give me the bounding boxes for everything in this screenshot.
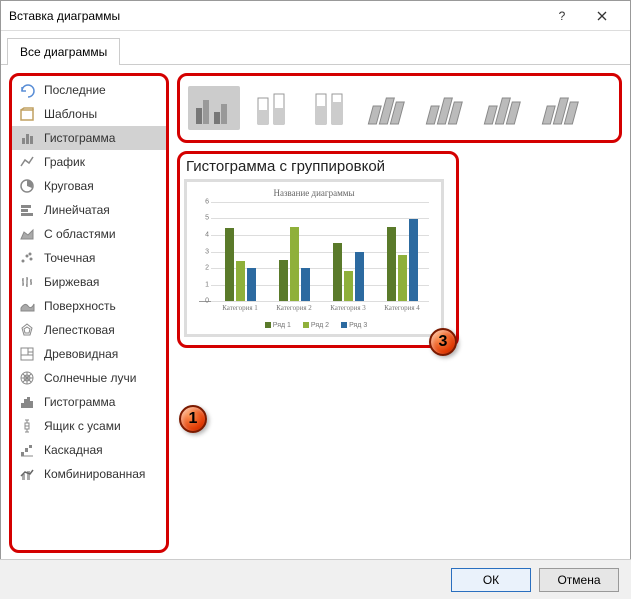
area-icon [18, 225, 36, 243]
radar-icon [18, 321, 36, 339]
sidebar-item-label: Древовидная [44, 347, 118, 361]
subtype-percent-stacked-3d[interactable] [478, 86, 530, 130]
sidebar-item-histogram[interactable]: Гистограмма [12, 390, 166, 414]
clustered-column-icon [190, 88, 238, 128]
annotation-marker-1: 1 [179, 405, 207, 433]
tabbar: Все диаграммы [1, 31, 630, 65]
sidebar-item-pie[interactable]: Круговая [12, 174, 166, 198]
sidebar-item-label: Биржевая [44, 275, 99, 289]
sunburst-icon [18, 369, 36, 387]
sidebar-item-templates[interactable]: Шаблоны [12, 102, 166, 126]
line-icon [18, 153, 36, 171]
templates-icon [18, 105, 36, 123]
sidebar-item-label: Круговая [44, 179, 94, 193]
dialog-button-bar: ОК Отмена [0, 559, 631, 599]
chart-subtype-title: Гистограмма с группировкой [186, 158, 452, 175]
sidebar-item-label: Гистограмма [44, 131, 115, 145]
sidebar-item-surface[interactable]: Поверхность [12, 294, 166, 318]
dialog-content: Последние Шаблоны Гистограмма График Кругова… [1, 65, 630, 561]
percent-stacked-column-icon [306, 88, 354, 128]
tab-all-charts[interactable]: Все диаграммы [7, 38, 120, 65]
pie-icon [18, 177, 36, 195]
scatter-icon [18, 249, 36, 267]
subtype-clustered-column[interactable] [188, 86, 240, 130]
recent-icon [18, 81, 36, 99]
sidebar-item-label: Последние [44, 83, 106, 97]
waterfall-icon [18, 441, 36, 459]
treemap-icon [18, 345, 36, 363]
subtype-stacked-3d[interactable] [420, 86, 472, 130]
subtype-percent-stacked-column[interactable] [304, 86, 356, 130]
sidebar-item-label: С областями [44, 227, 116, 241]
chart-preview[interactable]: Название диаграммы 0123456 Категория 1Ка… [184, 179, 444, 337]
close-button[interactable] [582, 2, 622, 30]
sidebar-item-sunburst[interactable]: Солнечные лучи [12, 366, 166, 390]
histogram-icon [18, 393, 36, 411]
column-3d-icon [538, 88, 586, 128]
stacked-column-icon [248, 88, 296, 128]
annotation-marker-3: 3 [429, 328, 457, 356]
chart-x-labels: Категория 1Категория 2Категория 3Категор… [213, 304, 429, 312]
sidebar-item-combo[interactable]: Комбинированная [12, 462, 166, 486]
sidebar-item-boxwhisker[interactable]: Ящик с усами [12, 414, 166, 438]
chart-title: Название диаграммы [193, 188, 435, 198]
titlebar: Вставка диаграммы ? [1, 1, 630, 31]
right-pane: Гистограмма с группировкой Название диаг… [177, 73, 622, 553]
clustered-3d-icon [364, 88, 412, 128]
help-button[interactable]: ? [542, 2, 582, 30]
combo-icon [18, 465, 36, 483]
chart-plot: 0123456 [199, 202, 429, 302]
sidebar-item-label: Гистограмма [44, 395, 115, 409]
sidebar-item-stock[interactable]: Биржевая [12, 270, 166, 294]
cancel-button[interactable]: Отмена [539, 568, 619, 592]
sidebar-item-label: Лепестковая [44, 323, 115, 337]
percent-stacked-3d-icon [480, 88, 528, 128]
sidebar-item-waterfall[interactable]: Каскадная [12, 438, 166, 462]
chart-legend: Ряд 1Ряд 2Ряд 3 [193, 316, 435, 330]
sidebar-item-column[interactable]: Гистограмма [12, 126, 166, 150]
sidebar-item-label: Поверхность [44, 299, 116, 313]
chart-subtype-list [177, 73, 622, 143]
subtype-clustered-3d[interactable] [362, 86, 414, 130]
sidebar-item-line[interactable]: График [12, 150, 166, 174]
bar-icon [18, 201, 36, 219]
window-title: Вставка диаграммы [9, 9, 542, 23]
stacked-3d-icon [422, 88, 470, 128]
sidebar-item-bar[interactable]: Линейчатая [12, 198, 166, 222]
surface-icon [18, 297, 36, 315]
sidebar-item-label: Точечная [44, 251, 95, 265]
boxwhisker-icon [18, 417, 36, 435]
chart-category-list: Последние Шаблоны Гистограмма График Кругова… [9, 73, 169, 553]
ok-button[interactable]: ОК [451, 568, 531, 592]
sidebar-item-label: Шаблоны [44, 107, 97, 121]
close-icon [597, 11, 607, 21]
sidebar-item-label: График [44, 155, 85, 169]
chart-preview-panel: Гистограмма с группировкой Название диаг… [177, 151, 459, 348]
sidebar-item-label: Линейчатая [44, 203, 110, 217]
sidebar-item-label: Каскадная [44, 443, 103, 457]
sidebar-item-area[interactable]: С областями [12, 222, 166, 246]
sidebar-item-radar[interactable]: Лепестковая [12, 318, 166, 342]
sidebar-item-recent[interactable]: Последние [12, 78, 166, 102]
sidebar-item-label: Ящик с усами [44, 419, 121, 433]
subtype-stacked-column[interactable] [246, 86, 298, 130]
subtype-column-3d[interactable] [536, 86, 588, 130]
sidebar-item-label: Солнечные лучи [44, 371, 136, 385]
sidebar-item-scatter[interactable]: Точечная [12, 246, 166, 270]
column-icon [18, 129, 36, 147]
sidebar-item-treemap[interactable]: Древовидная [12, 342, 166, 366]
stock-icon [18, 273, 36, 291]
sidebar-item-label: Комбинированная [44, 467, 145, 481]
